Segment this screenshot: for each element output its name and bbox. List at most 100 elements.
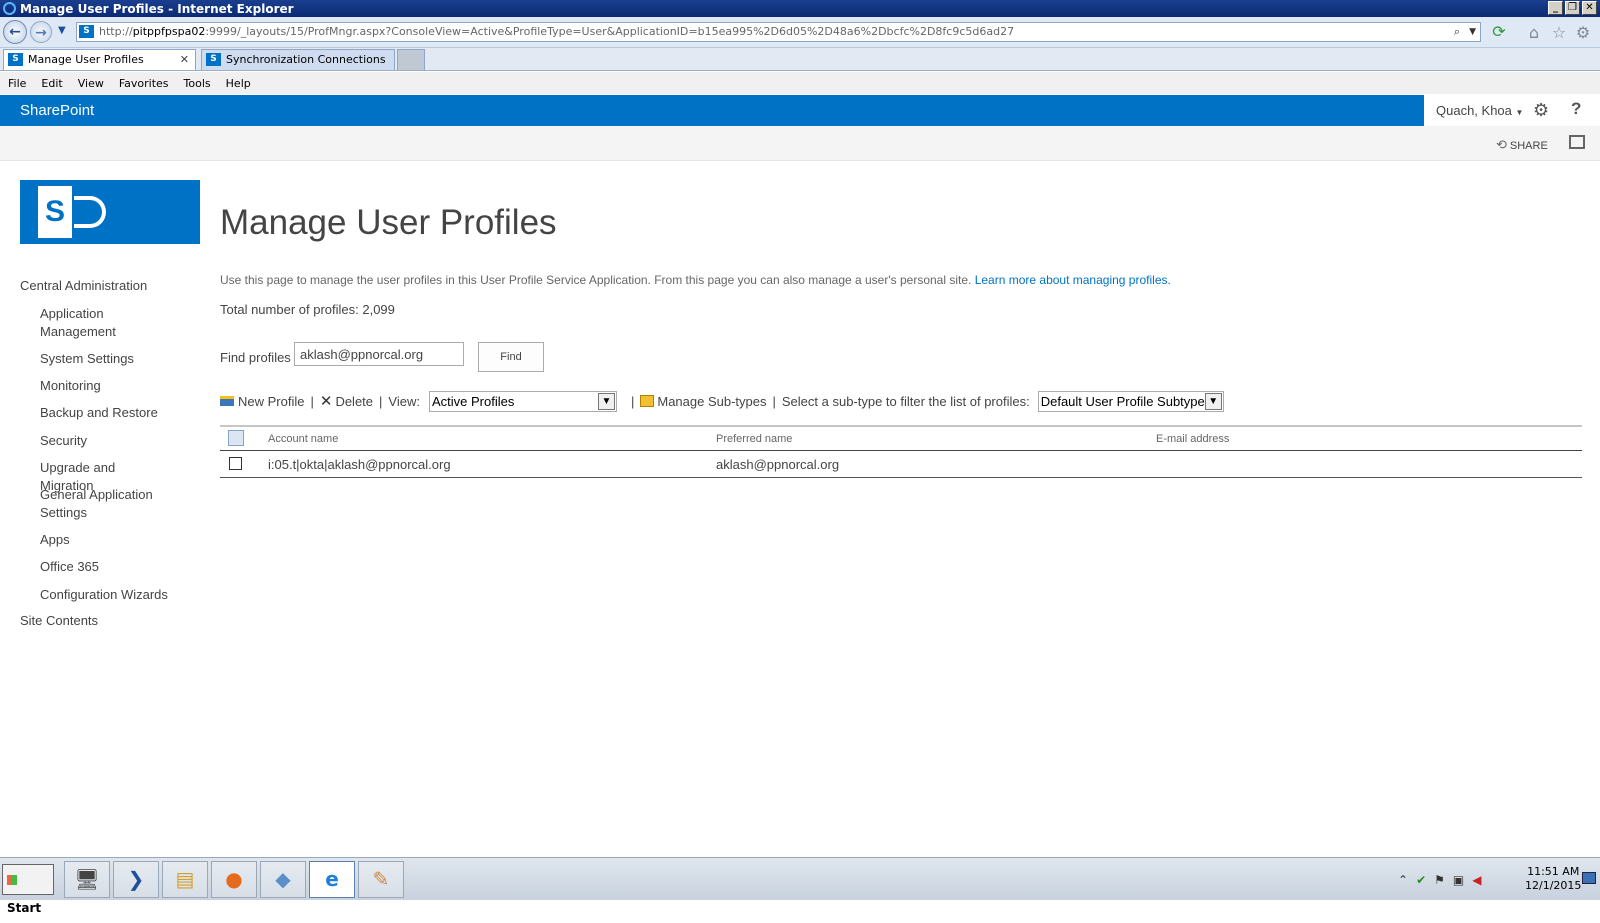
column-preferred-name[interactable]: Preferred name bbox=[716, 433, 792, 445]
find-profiles-label: Find profiles bbox=[220, 350, 291, 365]
powershell-icon[interactable]: ❯ bbox=[113, 861, 159, 898]
search-icon[interactable]: ⌕ bbox=[1454, 23, 1460, 41]
recent-pages-dropdown[interactable]: ▼ bbox=[58, 25, 66, 36]
back-button[interactable]: ← bbox=[3, 20, 27, 44]
taskbar: Start 🖥 ❯ ▤ ● ◆ e ✎ ⌃ ✔ ⚑ ▣ ◀ 11:51 AM 1… bbox=[0, 857, 1600, 915]
action-center-flag-icon[interactable]: ⚑ bbox=[1434, 873, 1445, 887]
nav-item-general-application-settings[interactable]: General Application Settings bbox=[40, 486, 170, 522]
nav-item-system-settings[interactable]: System Settings bbox=[40, 350, 170, 368]
delete-button[interactable]: Delete bbox=[335, 394, 373, 409]
nav-item-office-365[interactable]: Office 365 bbox=[40, 558, 170, 576]
subtype-filter-label: Select a sub-type to filter the list of … bbox=[781, 393, 1030, 409]
logo-arrow-shape bbox=[74, 196, 106, 228]
menu-tools[interactable]: Tools bbox=[184, 77, 211, 90]
settings-gear-icon[interactable]: ⚙ bbox=[1533, 100, 1549, 121]
cell-account-name[interactable]: i:05.t|okta|aklash@ppnorcal.org bbox=[268, 457, 451, 472]
user-menu[interactable]: Quach, Khoa ▼ bbox=[1436, 103, 1523, 118]
nav-central-administration[interactable]: Central Administration bbox=[20, 278, 147, 293]
suite-bar: SharePoint Quach, Khoa ▼ ⚙ ? bbox=[0, 95, 1600, 126]
find-button[interactable]: Find bbox=[478, 342, 544, 372]
site-logo[interactable]: S bbox=[20, 180, 200, 244]
profile-toolbar: New Profile | ✕ Delete | View: Active Pr… bbox=[220, 390, 1224, 412]
share-icon: ⟲ bbox=[1496, 137, 1507, 152]
find-profiles-input[interactable] bbox=[294, 342, 464, 366]
select-all-icon[interactable] bbox=[228, 430, 244, 446]
volume-muted-icon[interactable]: ◀ bbox=[1472, 873, 1481, 887]
cell-preferred-name: aklash@ppnorcal.org bbox=[716, 457, 840, 472]
nav-item-backup-and-restore[interactable]: Backup and Restore bbox=[40, 404, 170, 422]
share-button[interactable]: ⟲ SHARE bbox=[1496, 137, 1548, 153]
nav-site-contents[interactable]: Site Contents bbox=[20, 613, 98, 628]
nav-item-security[interactable]: Security bbox=[40, 432, 170, 450]
address-field[interactable]: S http://pitppfpspa02:9999/_layouts/15/P… bbox=[76, 22, 1481, 42]
restore-icon[interactable]: ❐ bbox=[1565, 1, 1580, 15]
explorer-folder-icon[interactable]: ▤ bbox=[162, 861, 208, 898]
clock-date: 12/1/2015 bbox=[1525, 879, 1582, 892]
share-label: SHARE bbox=[1509, 140, 1548, 152]
menu-view[interactable]: View bbox=[78, 77, 104, 90]
security-shield-icon[interactable]: ✔ bbox=[1416, 873, 1426, 887]
address-row: ← → ▼ S http://pitppfpspa02:9999/_layout… bbox=[0, 17, 1600, 48]
menu-bar: File Edit View Favorites Tools Help bbox=[0, 72, 1600, 94]
close-icon[interactable]: ✕ bbox=[1582, 1, 1597, 15]
profiles-table: Account name Preferred name E-mail addre… bbox=[220, 425, 1582, 478]
server-manager-icon[interactable]: 🖥 bbox=[64, 861, 110, 898]
menu-edit[interactable]: Edit bbox=[41, 77, 62, 90]
total-profiles-count: Total number of profiles: 2,099 bbox=[220, 302, 395, 317]
view-label: View: bbox=[388, 393, 420, 409]
start-button[interactable]: Start bbox=[2, 864, 54, 915]
sharepoint-favicon-icon: S bbox=[206, 53, 221, 66]
focus-on-content-icon[interactable] bbox=[1569, 135, 1585, 149]
chevron-down-icon: ▼ bbox=[1515, 108, 1524, 117]
tab-synchronization-connections[interactable]: S Synchronization Connections bbox=[201, 49, 395, 70]
nav-item-configuration-wizards[interactable]: Configuration Wizards bbox=[40, 586, 170, 604]
page-title: Manage User Profiles bbox=[220, 203, 557, 242]
nav-item-monitoring[interactable]: Monitoring bbox=[40, 377, 170, 395]
sharepoint-logo-icon: S bbox=[38, 186, 72, 238]
network-icon[interactable]: ▣ bbox=[1453, 873, 1464, 887]
show-hidden-icons-icon[interactable]: ⌃ bbox=[1398, 873, 1408, 887]
manage-subtypes-icon bbox=[640, 395, 655, 407]
subtype-select[interactable]: Default User Profile Subtype ▼ bbox=[1037, 390, 1224, 412]
show-desktop-button[interactable] bbox=[1582, 872, 1596, 884]
paint-icon[interactable]: ✎ bbox=[358, 861, 404, 898]
menu-file[interactable]: File bbox=[8, 77, 26, 90]
refresh-icon[interactable]: ⟳ bbox=[1490, 23, 1508, 41]
view-select-value: Active Profiles bbox=[431, 393, 515, 409]
new-tab-button[interactable] bbox=[397, 49, 425, 70]
tools-gear-icon[interactable]: ⚙ bbox=[1574, 24, 1592, 42]
tab-manage-user-profiles[interactable]: S Manage User Profiles ✕ bbox=[3, 49, 196, 70]
row-checkbox[interactable] bbox=[229, 457, 242, 470]
table-row[interactable]: i:05.t|okta|aklash@ppnorcal.org aklash@p… bbox=[220, 451, 1582, 478]
menu-help[interactable]: Help bbox=[226, 77, 251, 90]
new-profile-button[interactable]: New Profile bbox=[238, 394, 304, 409]
nav-item-application-management[interactable]: Application Management bbox=[40, 305, 170, 341]
new-profile-icon bbox=[220, 396, 234, 406]
sharepoint-favicon-icon: S bbox=[79, 25, 94, 38]
help-icon[interactable]: ? bbox=[1571, 99, 1581, 119]
window-title-bar: Manage User Profiles - Internet Explorer… bbox=[0, 0, 1600, 17]
internet-explorer-icon[interactable]: e bbox=[309, 861, 355, 898]
firefox-icon[interactable]: ● bbox=[211, 861, 257, 898]
internet-explorer-icon bbox=[3, 2, 16, 15]
delete-icon: ✕ bbox=[319, 392, 333, 410]
view-select[interactable]: Active Profiles ▼ bbox=[428, 390, 617, 412]
sharepoint-brand[interactable]: SharePoint bbox=[0, 95, 1424, 126]
clock[interactable]: 11:51 AM 12/1/2015 bbox=[1525, 865, 1581, 893]
minimize-icon[interactable]: _ bbox=[1548, 1, 1563, 15]
close-tab-icon[interactable]: ✕ bbox=[180, 50, 189, 69]
home-icon[interactable]: ⌂ bbox=[1525, 24, 1543, 42]
clock-time: 11:51 AM bbox=[1527, 865, 1580, 878]
menu-favorites[interactable]: Favorites bbox=[119, 77, 169, 90]
notes-icon[interactable]: ◆ bbox=[260, 861, 306, 898]
favorites-star-icon[interactable]: ☆ bbox=[1550, 24, 1568, 42]
column-account-name[interactable]: Account name bbox=[268, 433, 338, 445]
url-path: :9999/_layouts/15/ProfMngr.aspx?ConsoleV… bbox=[205, 25, 1015, 38]
window-title: Manage User Profiles - Internet Explorer bbox=[20, 1, 294, 16]
forward-button[interactable]: → bbox=[30, 21, 52, 43]
nav-item-apps[interactable]: Apps bbox=[40, 531, 170, 549]
manage-subtypes-button[interactable]: Manage Sub-types bbox=[657, 394, 766, 409]
learn-more-link[interactable]: Learn more about managing profiles. bbox=[975, 273, 1171, 287]
column-email-address[interactable]: E-mail address bbox=[1156, 433, 1229, 445]
address-dropdown-icon[interactable]: ▼ bbox=[1469, 23, 1476, 41]
